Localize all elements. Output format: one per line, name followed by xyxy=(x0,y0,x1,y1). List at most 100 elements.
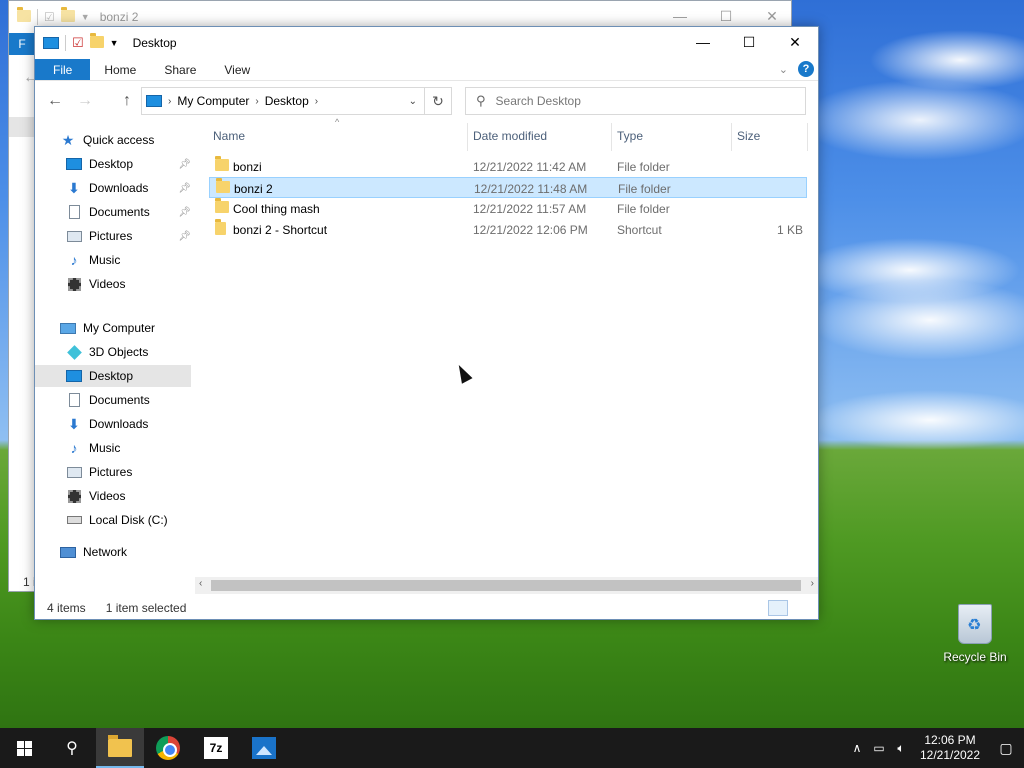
tab-share[interactable]: Share xyxy=(150,59,210,80)
taskbar: ⚲ 7z ∧ ▭ 🔈︎ 12:06 PM 12/21/2022 ▢ xyxy=(0,728,1024,768)
file-list: ^ Name Date modified Type Size bonzi 12/2… xyxy=(209,117,809,576)
pin-icon[interactable]: 📌︎ xyxy=(178,159,191,170)
pin-icon[interactable]: 📌︎ xyxy=(178,183,191,194)
details-view-button[interactable] xyxy=(768,600,788,616)
minimize-icon: — xyxy=(696,34,710,50)
system-tray: ∧ ▭ 🔈︎ 12:06 PM 12/21/2022 ▢ xyxy=(846,728,1024,768)
pin-icon[interactable]: 📌︎ xyxy=(178,231,191,242)
recycle-bin[interactable]: Recycle Bin xyxy=(940,604,1010,664)
tab-home[interactable]: Home xyxy=(90,59,150,80)
network-icon[interactable]: ▭ xyxy=(868,741,890,755)
volume-icon[interactable]: 🔈︎ xyxy=(890,741,912,756)
scroll-left-icon[interactable]: ‹ xyxy=(199,578,202,589)
pin-icon[interactable]: 📌︎ xyxy=(178,207,191,218)
properties-icon[interactable]: ☑ xyxy=(72,35,84,51)
chevron-down-icon: ▼ xyxy=(80,12,90,22)
nav-computer-documents[interactable]: Documents xyxy=(65,389,191,411)
back-file-tab[interactable]: F xyxy=(9,33,35,55)
file-name: bonzi 2 - Shortcut xyxy=(233,223,328,237)
nav-computer-local-disk-c-[interactable]: Local Disk (C:) xyxy=(65,509,191,531)
nav-quick-music[interactable]: ♪ Music xyxy=(65,249,191,271)
clock[interactable]: 12:06 PM 12/21/2022 xyxy=(912,733,988,763)
taskbar-chrome[interactable] xyxy=(144,728,192,768)
expand-ribbon-icon[interactable]: ⌄ xyxy=(779,63,788,76)
refresh-button[interactable]: ↻ xyxy=(424,87,452,115)
arrow-up-icon: ↑ xyxy=(123,92,131,109)
search-icon: ⚲ xyxy=(66,740,78,757)
address-bar[interactable]: › My Computer › Desktop › ⌄ xyxy=(141,87,452,115)
large-icons-view-button[interactable] xyxy=(792,600,812,616)
nav-computer-pictures[interactable]: Pictures xyxy=(65,461,191,483)
search-input[interactable]: ⚲ Search Desktop xyxy=(465,87,806,115)
nav-computer-desktop[interactable]: Desktop xyxy=(35,365,191,387)
scrollbar-thumb[interactable] xyxy=(211,580,801,591)
nav-quick-pictures[interactable]: Pictures 📌︎ xyxy=(65,225,191,247)
file-type: File folder xyxy=(617,160,670,174)
taskbar-file-explorer[interactable] xyxy=(96,728,144,768)
table-row[interactable]: bonzi 2 - Shortcut 12/21/2022 12:06 PM Sho… xyxy=(209,219,807,240)
nav-computer-music[interactable]: ♪ Music xyxy=(65,437,191,459)
column-header-size[interactable]: Size xyxy=(737,129,760,143)
sort-ascending-icon: ^ xyxy=(335,117,340,127)
scroll-right-icon[interactable]: › xyxy=(811,578,814,589)
table-row[interactable]: Cool thing mash 12/21/2022 11:57 AM File f… xyxy=(209,198,807,219)
videos-icon xyxy=(65,488,83,504)
new-folder-icon[interactable] xyxy=(89,32,104,51)
titlebar[interactable]: ☑ ▼ Desktop — ☐ ✕ xyxy=(35,27,818,59)
nav-label: Pictures xyxy=(89,229,133,243)
7zip-icon: 7z xyxy=(204,737,228,759)
chrome-icon xyxy=(156,736,180,760)
arrow-left-icon: ← xyxy=(47,92,63,109)
tab-file[interactable]: File xyxy=(35,59,91,80)
up-button[interactable]: ↑ xyxy=(115,89,139,113)
nav-quick-videos[interactable]: Videos xyxy=(65,273,191,295)
chevron-down-icon[interactable]: ▼ xyxy=(110,38,119,48)
nav-quick-desktop[interactable]: Desktop 📌︎ xyxy=(65,153,191,175)
navigation-pane: ★ Quick access Desktop 📌︎ ⬇ Downloads 📌︎ Docu… xyxy=(35,121,195,581)
nav-quick-downloads[interactable]: ⬇ Downloads 📌︎ xyxy=(65,177,191,199)
taskbar-7zip[interactable]: 7z xyxy=(192,728,240,768)
column-header-name[interactable]: Name xyxy=(213,129,245,143)
file-name: bonzi 2 xyxy=(234,182,273,196)
explorer-window[interactable]: ☑ ▼ Desktop — ☐ ✕ File Home Share View ⌄… xyxy=(34,26,819,620)
nav-network[interactable]: Network xyxy=(59,541,191,563)
column-divider xyxy=(467,123,468,151)
file-explorer-icon xyxy=(108,735,132,757)
nav-computer-downloads[interactable]: ⬇ Downloads xyxy=(65,413,191,435)
back-nav-selection xyxy=(9,117,35,137)
back-button[interactable]: ← xyxy=(43,89,67,113)
breadcrumb-my-computer[interactable]: My Computer xyxy=(177,94,249,108)
search-button[interactable]: ⚲ xyxy=(48,728,96,768)
nav-computer-videos[interactable]: Videos xyxy=(65,485,191,507)
photos-icon xyxy=(252,737,276,759)
search-icon: ⚲ xyxy=(476,93,486,108)
chevron-down-icon[interactable]: ⌄ xyxy=(409,96,417,107)
breadcrumb-desktop[interactable]: Desktop xyxy=(265,94,309,108)
documents-icon xyxy=(65,392,83,408)
documents-icon xyxy=(65,204,83,220)
tab-view[interactable]: View xyxy=(210,59,264,80)
column-header-date[interactable]: Date modified xyxy=(473,129,547,143)
chevron-up-icon[interactable]: ∧ xyxy=(846,741,868,755)
window-title: Desktop xyxy=(132,36,177,50)
help-icon[interactable]: ? xyxy=(798,61,814,77)
minimize-button[interactable]: — xyxy=(680,27,726,57)
chevron-right-icon: › xyxy=(314,95,319,107)
table-row[interactable]: bonzi 2 12/21/2022 11:48 AM File folder xyxy=(209,177,807,198)
forward-button[interactable]: → xyxy=(73,89,97,113)
maximize-button[interactable]: ☐ xyxy=(726,27,772,57)
nav-quick-documents[interactable]: Documents 📌︎ xyxy=(65,201,191,223)
start-button[interactable] xyxy=(0,728,48,768)
notification-icon[interactable]: ▢ xyxy=(988,728,1024,768)
nav-computer-3d-objects[interactable]: 3D Objects xyxy=(65,341,191,363)
table-row[interactable]: bonzi 12/21/2022 11:42 AM File folder xyxy=(209,156,807,177)
close-button[interactable]: ✕ xyxy=(772,27,818,57)
horizontal-scrollbar[interactable]: ‹ › xyxy=(195,577,818,594)
column-header-type[interactable]: Type xyxy=(617,129,643,143)
nav-my-computer[interactable]: My Computer xyxy=(59,317,191,339)
divider xyxy=(37,9,38,25)
pictures-icon xyxy=(65,228,83,244)
nav-quick-access[interactable]: ★ Quick access xyxy=(59,129,191,151)
taskbar-photos[interactable] xyxy=(240,728,288,768)
nav-label: Videos xyxy=(89,277,126,291)
